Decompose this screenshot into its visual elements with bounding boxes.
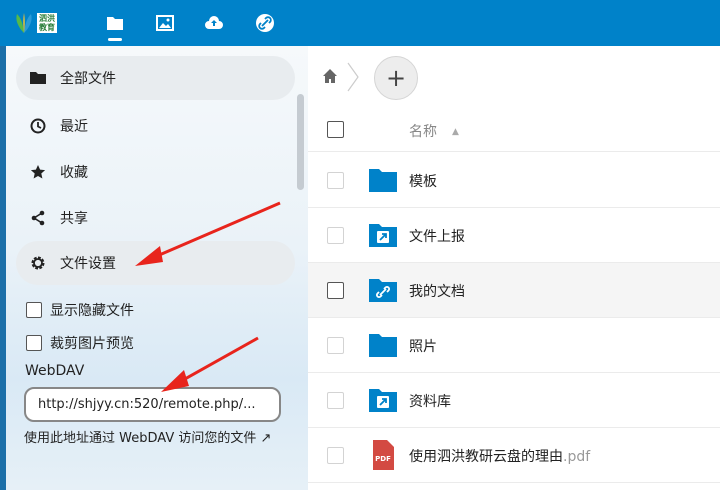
- logo-text: 泗洪 教育: [37, 13, 57, 33]
- folder-icon: [30, 70, 46, 86]
- file-row[interactable]: 我的文档: [308, 263, 720, 318]
- sidebar-item-label: 最近: [60, 119, 88, 135]
- file-row[interactable]: PDF 使用泗洪教研云盘的理由.pdf: [308, 428, 720, 483]
- file-name[interactable]: 我的文档: [409, 281, 465, 301]
- gallery-app-icon[interactable]: [154, 12, 176, 34]
- crop-preview-option[interactable]: 裁剪图片预览: [26, 333, 134, 353]
- sidebar-item-recent[interactable]: 最近: [16, 104, 295, 148]
- folder-icon: [369, 169, 397, 192]
- row-checkbox[interactable]: [327, 337, 344, 354]
- sidebar-scrollbar[interactable]: [297, 94, 304, 190]
- star-icon: [30, 164, 46, 180]
- crop-preview-checkbox[interactable]: [26, 335, 42, 351]
- show-hidden-checkbox[interactable]: [26, 302, 42, 318]
- share-icon: [30, 210, 46, 226]
- crop-preview-label: 裁剪图片预览: [50, 336, 134, 352]
- logo-leaf-icon: [16, 13, 32, 33]
- new-file-button[interactable]: +: [374, 56, 418, 100]
- row-checkbox[interactable]: [327, 282, 344, 299]
- folder-icon: [369, 334, 397, 357]
- file-name[interactable]: 使用泗洪教研云盘的理由.pdf: [409, 446, 590, 466]
- shared-folder-icon: [369, 224, 397, 247]
- webdav-label: WebDAV: [25, 363, 85, 379]
- sidebar-item-all-files[interactable]: 全部文件: [16, 56, 295, 100]
- row-checkbox[interactable]: [327, 227, 344, 244]
- upload-app-icon[interactable]: [203, 12, 225, 34]
- file-row[interactable]: 资料库: [308, 373, 720, 428]
- link-app-icon[interactable]: [254, 12, 276, 34]
- row-checkbox[interactable]: [327, 447, 344, 464]
- clock-icon: [30, 118, 46, 134]
- sidebar-item-shares[interactable]: 共享: [16, 196, 295, 240]
- breadcrumb-separator-icon: [347, 62, 359, 92]
- shared-folder-icon: [369, 389, 397, 412]
- file-basename: 使用泗洪教研云盘的理由: [409, 449, 563, 465]
- show-hidden-files-option[interactable]: 显示隐藏文件: [26, 300, 134, 320]
- file-row[interactable]: 照片: [308, 318, 720, 373]
- pdf-file-icon: PDF: [373, 440, 394, 470]
- webdav-url-field[interactable]: http://shjyy.cn:520/remote.php/...: [24, 387, 281, 422]
- sidebar-item-label: 全部文件: [60, 71, 116, 87]
- app-logo[interactable]: 泗洪 教育: [14, 9, 57, 37]
- row-checkbox[interactable]: [327, 392, 344, 409]
- sort-by-name[interactable]: 名称: [409, 121, 437, 141]
- file-row[interactable]: 文件上报: [308, 208, 720, 263]
- select-all-checkbox[interactable]: [327, 121, 344, 138]
- file-name[interactable]: 照片: [409, 336, 437, 356]
- sidebar-item-favorites[interactable]: 收藏: [16, 150, 295, 194]
- file-extension: .pdf: [563, 449, 591, 465]
- file-name[interactable]: 资料库: [409, 391, 451, 411]
- sidebar-item-file-settings[interactable]: 文件设置: [16, 241, 295, 285]
- row-checkbox[interactable]: [327, 172, 344, 189]
- files-app-icon[interactable]: [104, 12, 126, 34]
- gear-icon: [30, 255, 46, 271]
- top-bar: 泗洪 教育: [0, 0, 720, 46]
- active-app-indicator: [108, 38, 122, 41]
- sidebar: 全部文件 最近 收藏 共享 文件设置 显示隐藏文件 裁剪图片预览 WebDAV …: [0, 46, 308, 490]
- file-list-header: 名称 ▲: [308, 108, 720, 152]
- sidebar-item-label: 共享: [60, 211, 88, 227]
- webdav-help-link[interactable]: 使用此地址通过 WebDAV 访问您的文件 ↗: [24, 428, 300, 450]
- sidebar-item-label: 收藏: [60, 165, 88, 181]
- file-row[interactable]: 模板: [308, 153, 720, 208]
- show-hidden-label: 显示隐藏文件: [50, 303, 134, 319]
- sort-ascending-icon: ▲: [452, 127, 459, 137]
- file-list-panel: + 名称 ▲ 模板 文件上报 我的文档 照片 资料库 PDF 使用泗洪教研云盘的…: [308, 46, 720, 490]
- linked-folder-icon: [369, 279, 397, 302]
- file-name[interactable]: 模板: [409, 171, 437, 191]
- sidebar-item-label: 文件设置: [60, 256, 116, 272]
- file-name[interactable]: 文件上报: [409, 226, 465, 246]
- home-icon[interactable]: [322, 68, 338, 84]
- svg-text:PDF: PDF: [375, 455, 391, 463]
